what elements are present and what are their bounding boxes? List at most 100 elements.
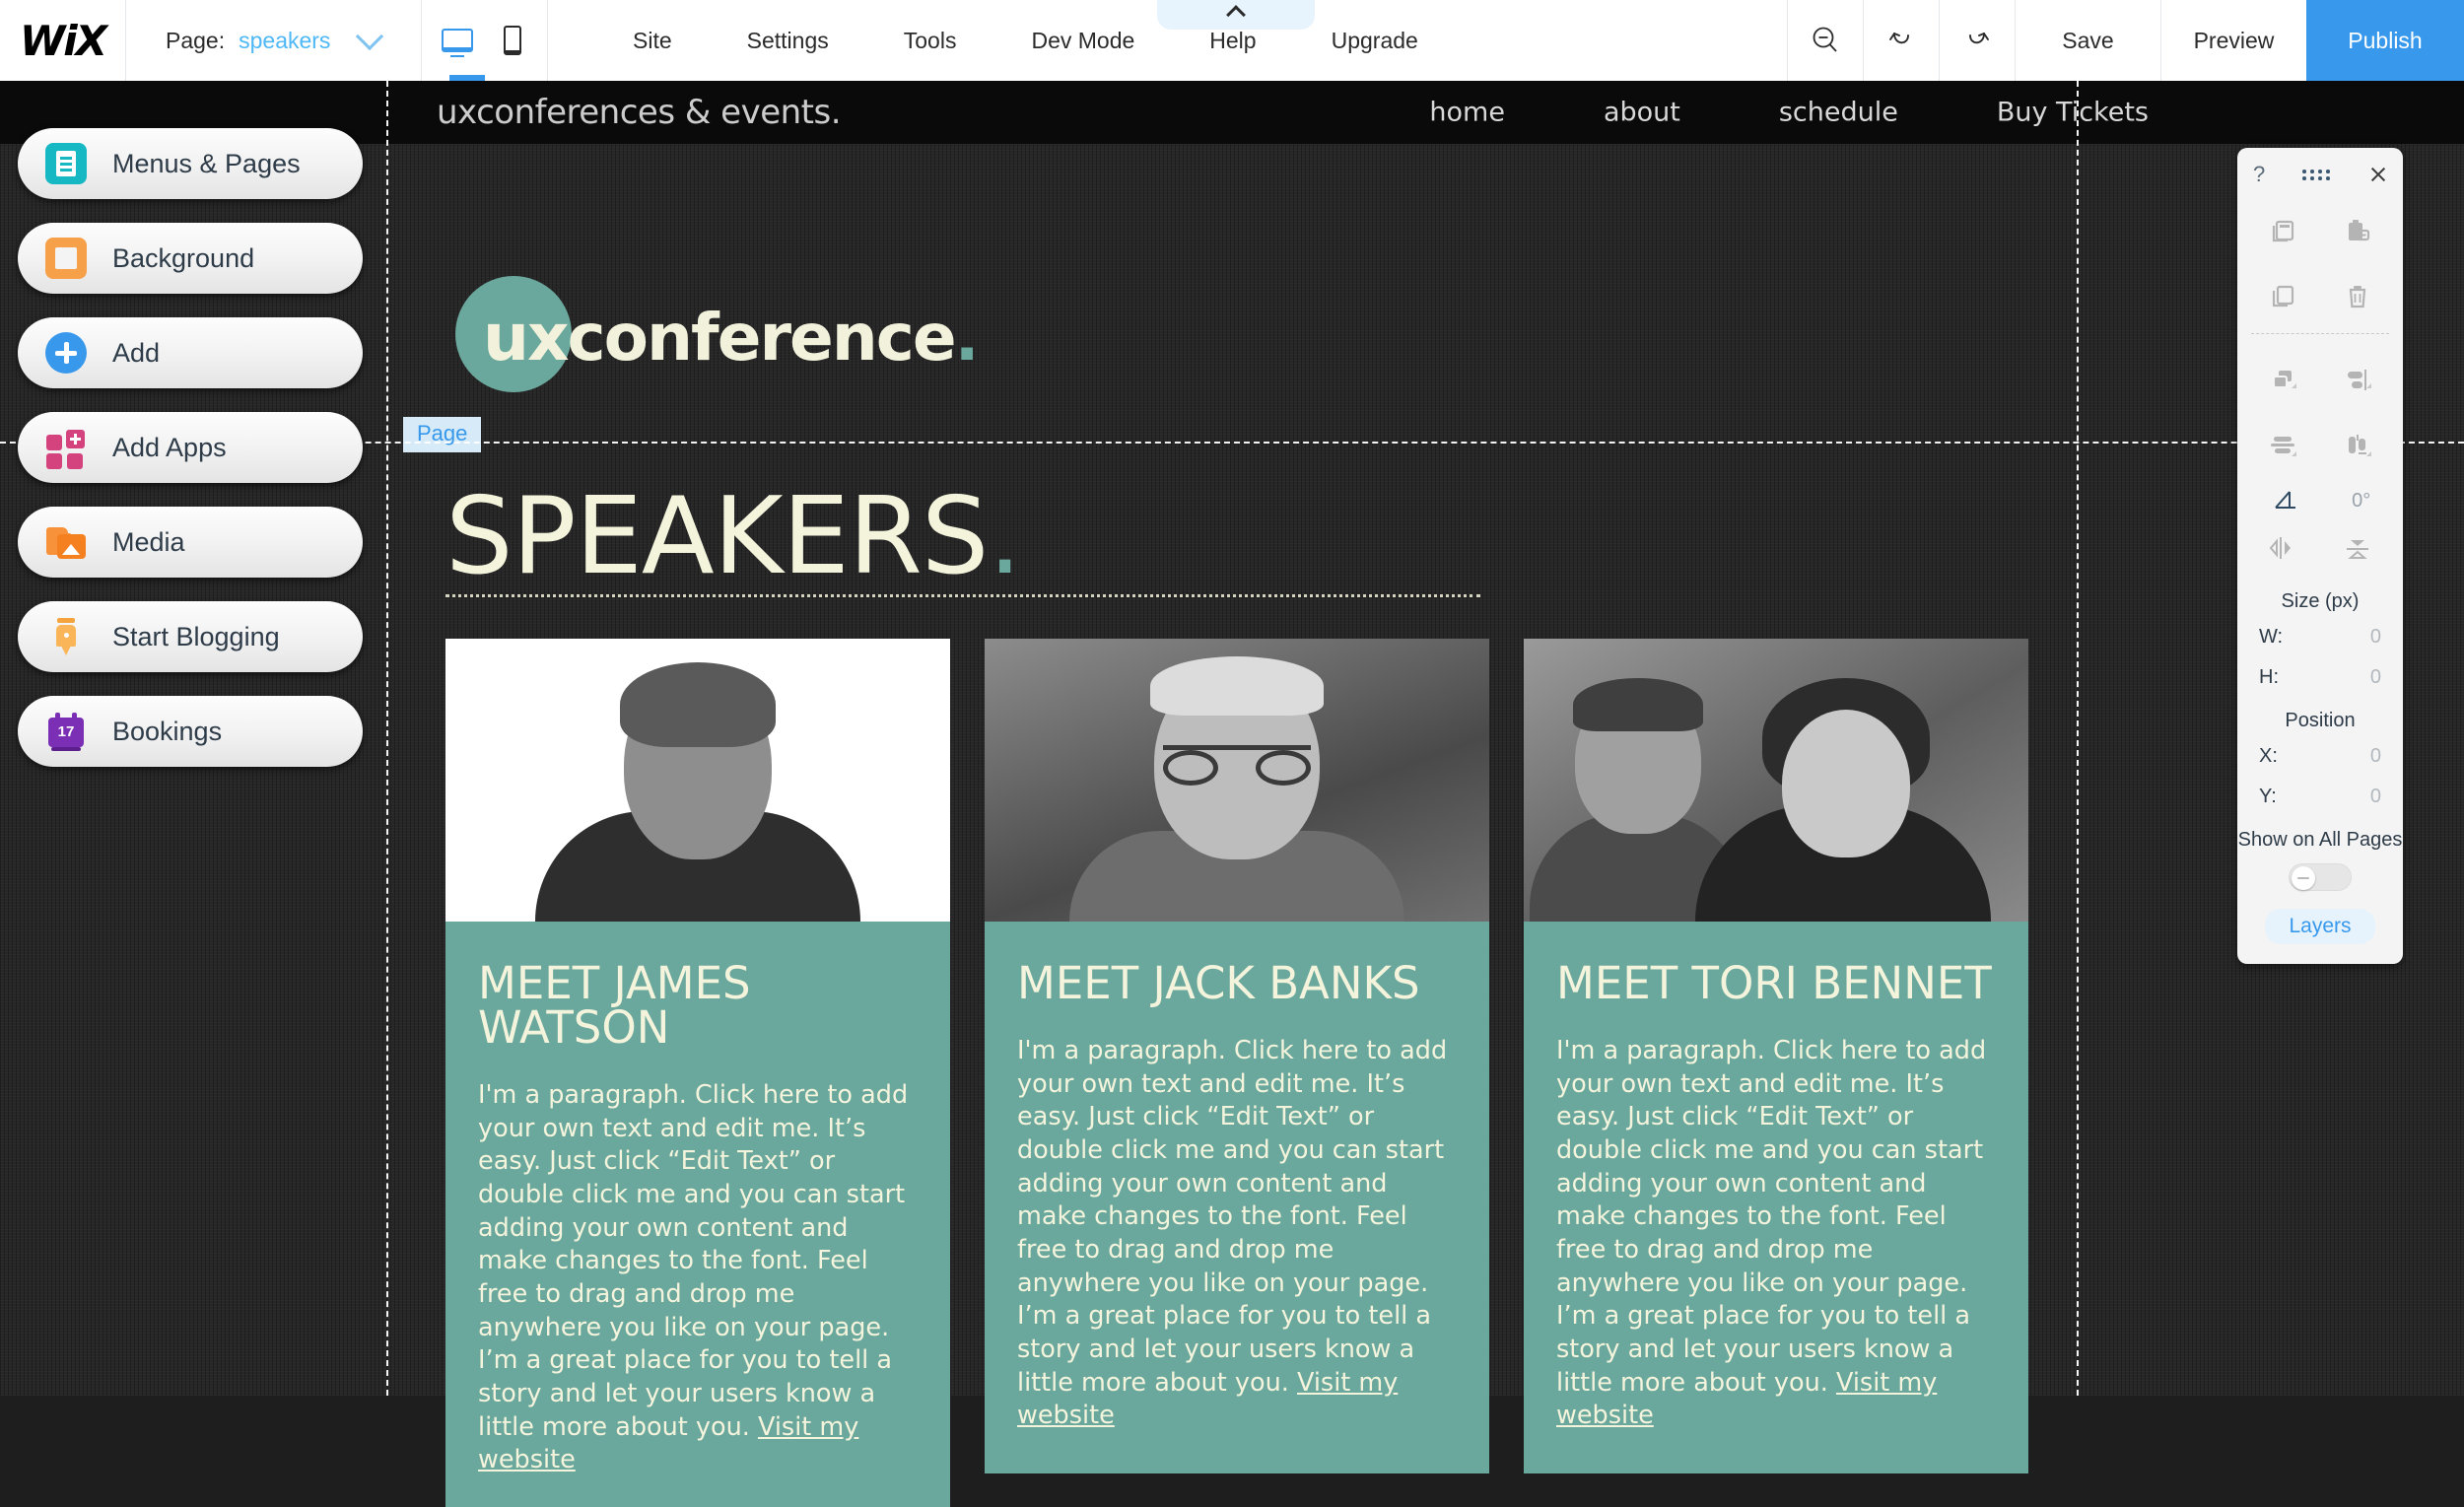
- duplicate-button[interactable]: [2245, 274, 2320, 319]
- position-section-title: Position: [2285, 710, 2356, 731]
- canvas-guide-right: [2077, 81, 2079, 1396]
- show-on-all-pages-toggle[interactable]: [2289, 863, 2352, 891]
- sidebar-item-label: Media: [112, 526, 185, 557]
- add-plus-icon: [45, 332, 87, 374]
- wix-logo[interactable]: WiX: [0, 0, 126, 81]
- speaker-info: MEET TORI BENNET I'm a paragraph. Click …: [1524, 922, 2028, 1473]
- site-nav-home[interactable]: home: [1380, 98, 1554, 128]
- menu-item-dev-mode[interactable]: Dev Mode: [993, 28, 1172, 54]
- copy-button[interactable]: [2245, 209, 2320, 254]
- site-nav-schedule[interactable]: schedule: [1730, 98, 1948, 128]
- speaker-name[interactable]: MEET JACK BANKS: [1017, 961, 1457, 1005]
- distribute-vertical-button[interactable]: [2245, 423, 2320, 468]
- drag-dots-icon[interactable]: [2302, 168, 2332, 181]
- site-brand-text: uxconferences & events.: [437, 93, 842, 132]
- sidebar-item-bookings[interactable]: 17 Bookings: [18, 696, 363, 767]
- toggle-knob: [2292, 866, 2315, 890]
- close-icon[interactable]: [2369, 166, 2387, 183]
- sidebar-item-label: Background: [112, 242, 255, 273]
- desktop-view-button[interactable]: [441, 21, 474, 60]
- menu-item-settings[interactable]: Settings: [710, 28, 866, 54]
- floating-toolbar: ? 0° Size (px) W: 0 H: 0 Position X: 0 Y…: [2237, 148, 2403, 964]
- floating-toolbar-clipboard-group: [2237, 193, 2403, 325]
- size-height-row[interactable]: H: 0: [2237, 657, 2403, 698]
- menu-item-tools[interactable]: Tools: [866, 28, 994, 54]
- sidebar-item-menus-and-pages[interactable]: Menus & Pages: [18, 128, 363, 199]
- title-divider: [445, 594, 1480, 597]
- logo-dot: .: [954, 300, 980, 376]
- page-title[interactable]: SPEAKERS.: [445, 475, 1022, 598]
- sidebar-item-label: Bookings: [112, 716, 223, 746]
- speaker-card[interactable]: MEET JACK BANKS I'm a paragraph. Click h…: [985, 639, 1489, 1507]
- flip-vertical-button[interactable]: [2341, 531, 2374, 565]
- delete-button[interactable]: [2320, 274, 2395, 319]
- sidebar-item-media[interactable]: Media: [18, 507, 363, 578]
- distribute-vertical-icon: [2271, 437, 2296, 456]
- align-vertical-button[interactable]: [2320, 423, 2395, 468]
- sidebar-item-add[interactable]: Add: [18, 317, 363, 388]
- mobile-view-button[interactable]: [496, 21, 529, 60]
- layers-button[interactable]: Layers: [2265, 909, 2375, 944]
- speaker-bio-text: I'm a paragraph. Click here to add your …: [478, 1080, 909, 1442]
- arrange-order-button[interactable]: [2245, 358, 2320, 403]
- menu-item-upgrade[interactable]: Upgrade: [1294, 28, 1456, 54]
- sidebar-item-start-blogging[interactable]: Start Blogging: [18, 601, 363, 672]
- publish-button[interactable]: Publish: [2306, 0, 2464, 81]
- sidebar-item-background[interactable]: Background: [18, 223, 363, 294]
- position-y-label: Y:: [2259, 786, 2277, 807]
- logo-text-main: uxconference: [483, 300, 957, 376]
- site-logo[interactable]: uxconference.: [455, 276, 980, 392]
- help-icon[interactable]: ?: [2253, 162, 2265, 187]
- flip-horizontal-button[interactable]: [2266, 531, 2299, 565]
- align-horizontal-button[interactable]: [2320, 358, 2395, 403]
- redo-button[interactable]: [1939, 0, 2015, 81]
- speaker-photo[interactable]: [1524, 639, 2028, 922]
- sidebar-item-add-apps[interactable]: Add Apps: [18, 412, 363, 483]
- calendar-icon: 17: [45, 711, 87, 752]
- portrait-man-smiling-image: [445, 639, 950, 922]
- speaker-info: MEET JACK BANKS I'm a paragraph. Click h…: [985, 922, 1489, 1473]
- page-selector[interactable]: Page: speakers: [126, 0, 422, 81]
- speaker-bio[interactable]: I'm a paragraph. Click here to add your …: [478, 1079, 918, 1477]
- position-y-value: 0: [2369, 786, 2381, 807]
- position-x-value: 0: [2369, 745, 2381, 767]
- speaker-name[interactable]: MEET JAMES WATSON: [478, 961, 918, 1050]
- size-width-row[interactable]: W: 0: [2237, 617, 2403, 657]
- zoom-out-button[interactable]: [1787, 0, 1863, 81]
- chevron-up-icon: [1226, 5, 1246, 25]
- show-on-all-pages-label: Show on All Pages: [2237, 829, 2403, 851]
- speaker-name[interactable]: MEET TORI BENNET: [1556, 961, 1996, 1005]
- speaker-card[interactable]: MEET JAMES WATSON I'm a paragraph. Click…: [445, 639, 950, 1507]
- device-switcher: [422, 0, 548, 81]
- site-nav-about[interactable]: about: [1554, 98, 1730, 128]
- menu-item-site[interactable]: Site: [595, 28, 710, 54]
- flip-row: [2237, 521, 2403, 579]
- chevron-down-icon[interactable]: [355, 22, 384, 51]
- collapse-toolbar-button[interactable]: [1157, 0, 1315, 30]
- speaker-photo[interactable]: [445, 639, 950, 922]
- paste-icon: [2349, 220, 2370, 241]
- speaker-card[interactable]: MEET TORI BENNET I'm a paragraph. Click …: [1524, 639, 2028, 1507]
- apps-grid-icon: [45, 427, 87, 469]
- wix-wordmark: WiX: [19, 16, 107, 65]
- preview-button[interactable]: Preview: [2160, 0, 2306, 81]
- speaker-bio[interactable]: I'm a paragraph. Click here to add your …: [1556, 1035, 1996, 1433]
- position-y-row[interactable]: Y: 0: [2237, 777, 2403, 817]
- sidebar-item-label: Menus & Pages: [112, 148, 301, 178]
- align-horizontal-icon: [2348, 370, 2371, 390]
- speaker-photo[interactable]: [985, 639, 1489, 922]
- position-x-row[interactable]: X: 0: [2237, 736, 2403, 777]
- desktop-icon: [441, 29, 473, 52]
- align-vertical-icon: [2349, 435, 2371, 456]
- flip-horizontal-icon: [2269, 537, 2291, 559]
- rotate-button[interactable]: [2270, 484, 2303, 517]
- speaker-bio-text: I'm a paragraph. Click here to add your …: [1017, 1036, 1448, 1398]
- menu-item-help[interactable]: Help: [1172, 28, 1293, 54]
- paste-button[interactable]: [2320, 209, 2395, 254]
- save-button[interactable]: Save: [2015, 0, 2160, 81]
- size-width-label: W:: [2259, 626, 2284, 648]
- rotation-value[interactable]: 0°: [2352, 490, 2370, 513]
- site-nav-buy-tickets[interactable]: Buy Tickets: [1948, 98, 2198, 128]
- undo-button[interactable]: [1863, 0, 1939, 81]
- speaker-bio[interactable]: I'm a paragraph. Click here to add your …: [1017, 1035, 1457, 1433]
